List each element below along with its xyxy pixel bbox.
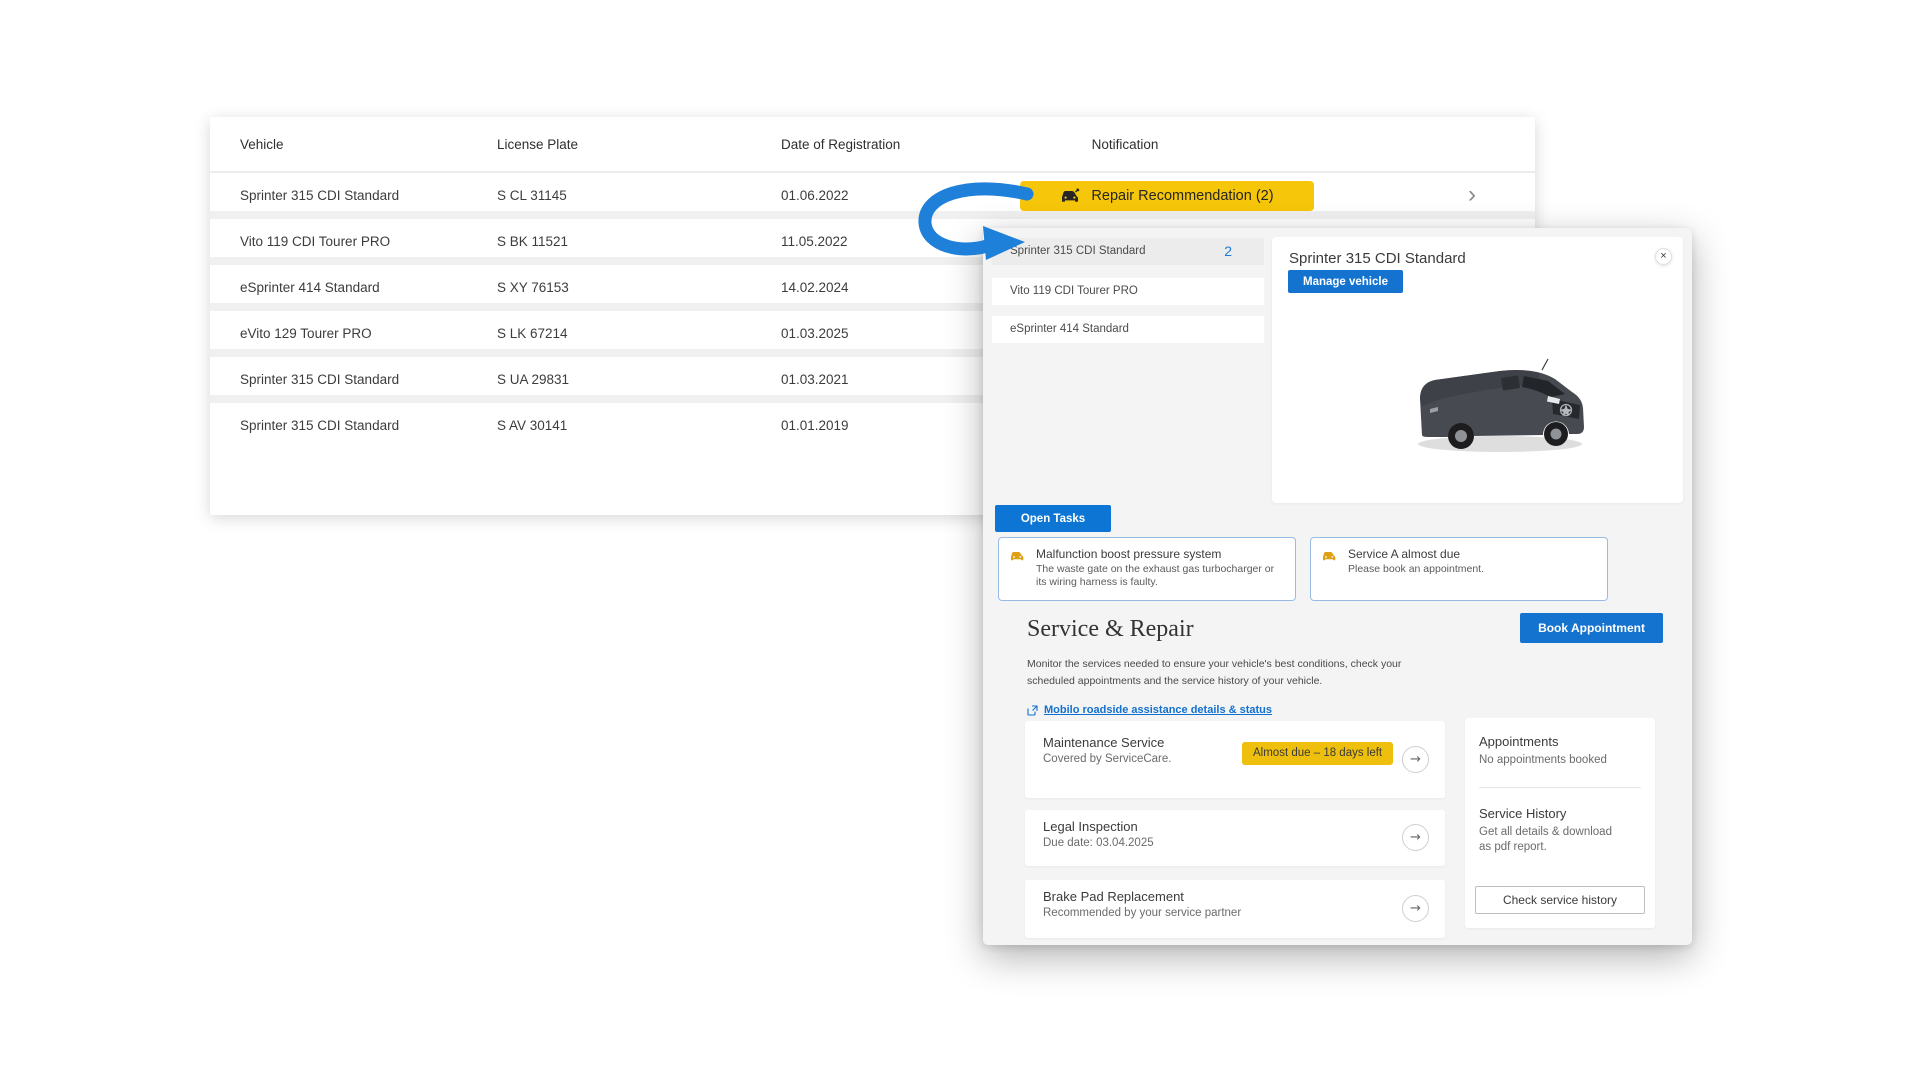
check-service-history-button[interactable]: Check service history — [1475, 886, 1645, 914]
service-card-subtitle: Recommended by your service partner — [1043, 907, 1241, 919]
appointments-history-card: Appointments No appointments booked Serv… — [1465, 718, 1655, 928]
mobilo-link-label: Mobilo roadside assistance details & sta… — [1044, 704, 1272, 716]
service-card-legal-inspection[interactable]: Legal Inspection Due date: 03.04.2025 → — [1025, 810, 1445, 866]
callout-arrow — [905, 176, 1040, 276]
service-card-title: Legal Inspection — [1043, 819, 1138, 834]
cell-date: 01.06.2022 — [781, 173, 849, 219]
open-tasks-button[interactable]: Open Tasks — [995, 505, 1111, 532]
cell-plate: S LK 67214 — [497, 311, 568, 357]
cell-date: 01.03.2021 — [781, 357, 849, 403]
repair-recommendation-button[interactable]: Repair Recommendation (2) — [1020, 181, 1314, 211]
service-history-title: Service History — [1479, 806, 1641, 821]
cell-vehicle: Sprinter 315 CDI Standard — [240, 403, 399, 449]
header-date-of-registration: Date of Registration — [781, 117, 900, 173]
close-icon[interactable]: × — [1655, 248, 1672, 265]
cell-vehicle: Vito 119 CDI Tourer PRO — [240, 219, 390, 265]
header-vehicle: Vehicle — [240, 117, 284, 173]
cell-plate: S CL 31145 — [497, 173, 567, 219]
task-count-badge: 2 — [1224, 238, 1232, 265]
vehicle-list-item-esprinter-414[interactable]: eSprinter 414 Standard — [992, 316, 1264, 343]
service-card-maintenance[interactable]: Maintenance Service Covered by ServiceCa… — [1025, 721, 1445, 798]
appointments-status: No appointments booked — [1479, 753, 1627, 768]
arrow-right-icon[interactable]: → — [1402, 895, 1429, 922]
cell-plate: S XY 76153 — [497, 265, 569, 311]
task-title: Malfunction boost pressure system — [1036, 547, 1221, 561]
cell-vehicle: Sprinter 315 CDI Standard — [240, 173, 399, 219]
cell-plate: S AV 30141 — [497, 403, 567, 449]
service-repair-description: Monitor the services needed to ensure yo… — [1027, 656, 1443, 689]
task-card-service-a[interactable]: Service A almost due Please book an appo… — [1310, 537, 1608, 601]
task-card-malfunction[interactable]: Malfunction boost pressure system The wa… — [998, 537, 1296, 601]
vehicle-detail-panel: Sprinter 315 CDI Standard Manage vehicle… — [1272, 237, 1683, 503]
service-card-brake-pad[interactable]: Brake Pad Replacement Recommended by you… — [1025, 880, 1445, 938]
external-link-icon — [1027, 705, 1038, 716]
arrow-right-icon[interactable]: → — [1402, 824, 1429, 851]
arrow-right-icon[interactable]: → — [1402, 746, 1429, 773]
cell-date: 01.01.2019 — [781, 403, 849, 449]
service-card-subtitle: Covered by ServiceCare. — [1043, 753, 1171, 765]
table-row[interactable]: Sprinter 315 CDI Standard S CL 31145 01.… — [210, 173, 1535, 219]
task-body: Please book an appointment. — [1348, 563, 1592, 576]
vehicle-list-item-vito-119[interactable]: Vito 119 CDI Tourer PRO — [992, 278, 1264, 305]
service-history-description: Get all details & download as pdf report… — [1479, 825, 1627, 855]
almost-due-badge: Almost due – 18 days left — [1242, 742, 1393, 765]
service-card-title: Maintenance Service — [1043, 735, 1164, 750]
vehicle-title: Sprinter 315 CDI Standard — [1289, 250, 1466, 267]
vehicle-image — [1402, 347, 1602, 459]
divider — [1479, 787, 1641, 788]
manage-vehicle-button[interactable]: Manage vehicle — [1288, 270, 1403, 293]
cell-vehicle: Sprinter 315 CDI Standard — [240, 357, 399, 403]
car-repair-icon — [1060, 188, 1082, 205]
vehicle-list-label: Vito 119 CDI Tourer PRO — [1010, 278, 1138, 305]
appointments-title: Appointments — [1479, 734, 1641, 749]
cell-plate: S BK 11521 — [497, 219, 568, 265]
cell-vehicle: eVito 129 Tourer PRO — [240, 311, 372, 357]
cell-date: 01.03.2025 — [781, 311, 849, 357]
book-appointment-button[interactable]: Book Appointment — [1520, 613, 1663, 643]
page: Vehicle License Plate Date of Registrati… — [0, 0, 1920, 1080]
cell-vehicle: eSprinter 414 Standard — [240, 265, 380, 311]
task-body: The waste gate on the exhaust gas turboc… — [1036, 563, 1280, 589]
cell-plate: S UA 29831 — [497, 357, 569, 403]
header-license-plate: License Plate — [497, 117, 578, 173]
repair-recommendation-label: Repair Recommendation (2) — [1091, 188, 1273, 204]
car-warning-icon — [1322, 549, 1337, 567]
header-notification: Notification — [1010, 117, 1240, 173]
car-warning-icon — [1010, 549, 1025, 567]
cell-date: 11.05.2022 — [781, 219, 848, 265]
chevron-right-icon[interactable]: › — [1468, 173, 1488, 217]
mobilo-assistance-link[interactable]: Mobilo roadside assistance details & sta… — [1027, 704, 1272, 716]
vehicle-detail-popup: Sprinter 315 CDI Standard 2 Vito 119 CDI… — [983, 228, 1692, 945]
table-header-row: Vehicle License Plate Date of Registrati… — [210, 117, 1535, 173]
cell-date: 14.02.2024 — [781, 265, 849, 311]
service-card-subtitle: Due date: 03.04.2025 — [1043, 837, 1154, 849]
vehicle-list-label: eSprinter 414 Standard — [1010, 316, 1129, 343]
task-title: Service A almost due — [1348, 547, 1460, 561]
service-card-title: Brake Pad Replacement — [1043, 889, 1184, 904]
service-repair-heading: Service & Repair — [1027, 616, 1194, 643]
